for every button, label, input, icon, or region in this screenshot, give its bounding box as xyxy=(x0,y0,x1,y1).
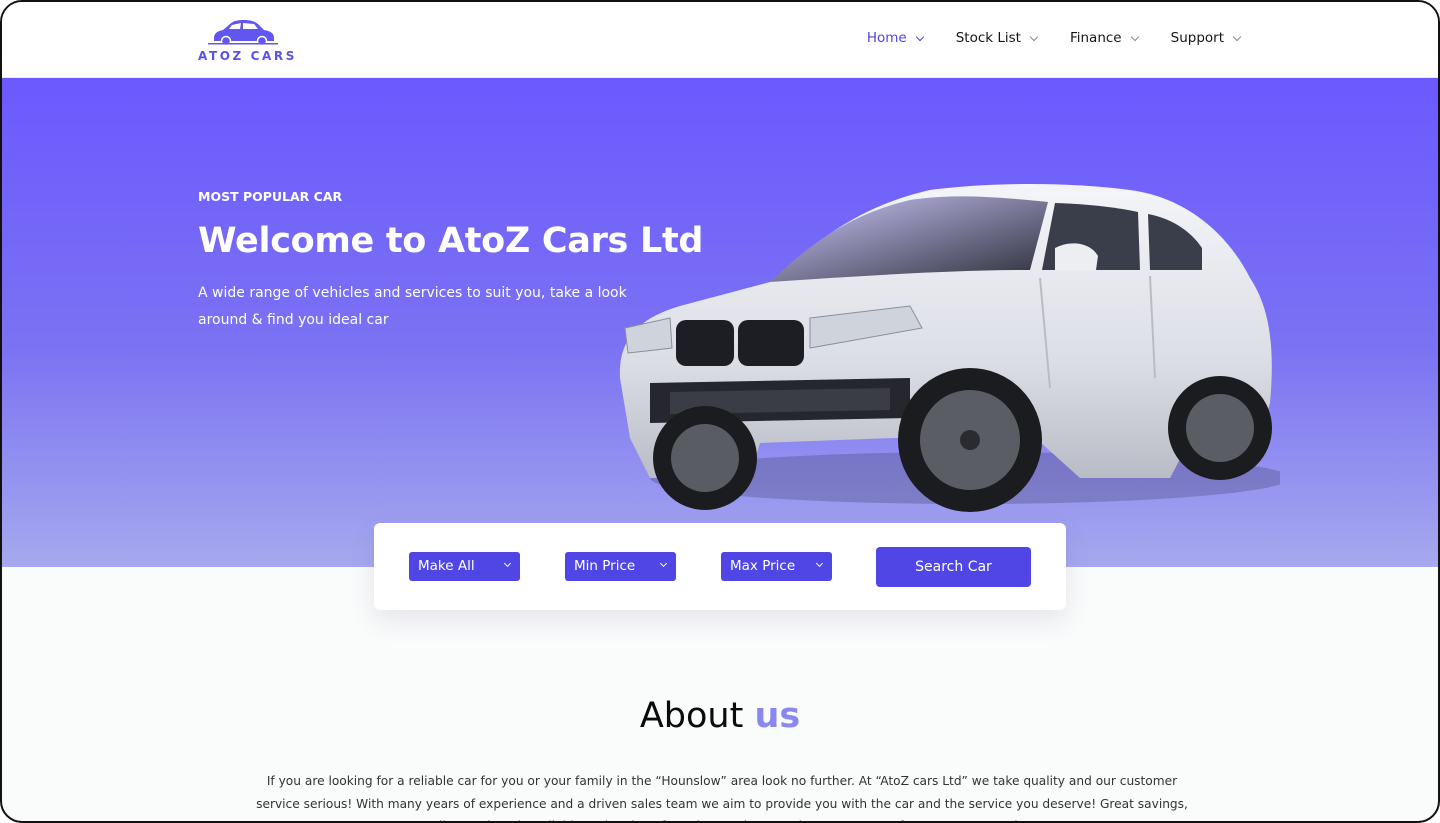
about-heading-main: About xyxy=(639,696,744,736)
car-search-card: Make All Min Price Max Price Search Car xyxy=(374,523,1066,610)
nav-item-support[interactable]: Support xyxy=(1170,30,1242,46)
main-nav: Home Stock List Finance Support xyxy=(834,30,1242,46)
chevron-down-icon xyxy=(815,559,824,568)
nav-label: Support xyxy=(1170,30,1224,46)
hero-section: MOST POPULAR CAR Welcome to AtoZ Cars Lt… xyxy=(2,78,1438,567)
min-price-select-value: Min Price xyxy=(574,558,636,574)
site-header: ATOZ CARS Home Stock List Finance Suppor… xyxy=(2,2,1438,78)
nav-item-home[interactable]: Home xyxy=(866,30,924,46)
browser-frame: ATOZ CARS Home Stock List Finance Suppor… xyxy=(0,0,1440,823)
nav-item-stock-list[interactable]: Stock List xyxy=(955,30,1039,46)
nav-label: Home xyxy=(866,30,907,46)
chevron-down-icon xyxy=(1029,32,1039,41)
logo-text: ATOZ CARS xyxy=(198,49,297,63)
make-select[interactable]: Make All xyxy=(409,552,520,581)
chevron-down-icon xyxy=(503,559,512,568)
car-logo-icon xyxy=(208,20,278,46)
max-price-select[interactable]: Max Price xyxy=(721,552,832,581)
site-logo[interactable]: ATOZ CARS xyxy=(198,16,294,66)
about-heading-accent: us xyxy=(754,696,801,736)
hero-car-image xyxy=(619,184,1280,512)
nav-label: Stock List xyxy=(955,30,1021,46)
hero-subtitle: A wide range of vehicles and services to… xyxy=(198,285,627,328)
max-price-select-value: Max Price xyxy=(730,558,796,574)
nav-label: Finance xyxy=(1069,30,1122,46)
chevron-down-icon xyxy=(915,32,924,41)
hero-eyebrow: MOST POPULAR CAR xyxy=(198,189,343,204)
min-price-select[interactable]: Min Price xyxy=(565,552,676,581)
about-paragraph: If you are looking for a reliable car fo… xyxy=(256,774,1188,821)
nav-item-finance[interactable]: Finance xyxy=(1069,30,1139,46)
chevron-down-icon xyxy=(1130,32,1139,41)
chevron-down-icon xyxy=(1232,32,1242,41)
search-car-button[interactable]: Search Car xyxy=(876,547,1031,587)
chevron-down-icon xyxy=(659,559,668,568)
about-heading: About us xyxy=(2,696,1438,736)
make-select-value: Make All xyxy=(418,558,475,574)
